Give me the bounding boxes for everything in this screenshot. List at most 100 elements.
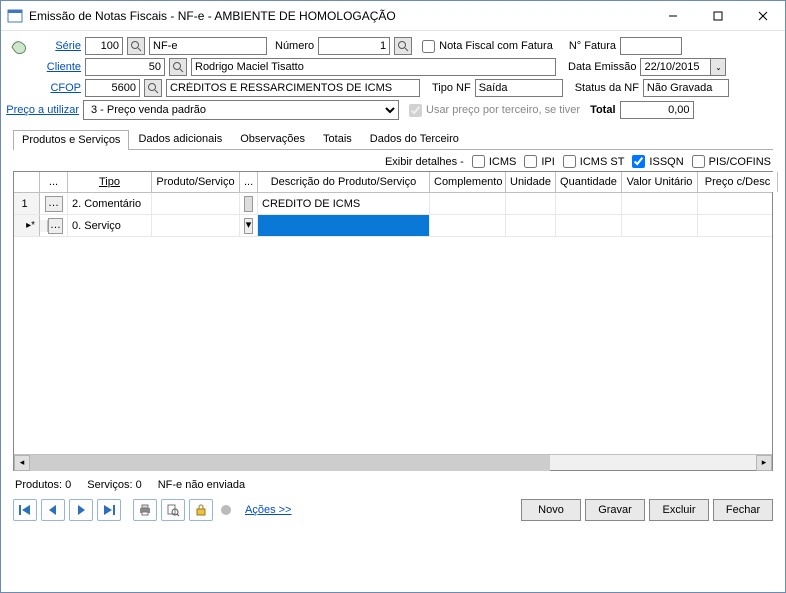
close-button[interactable]	[740, 1, 785, 30]
status-nf-label: Status da NF	[575, 82, 639, 94]
row-lookup-dropdown[interactable]: ▾	[244, 218, 253, 234]
grid-horizontal-scrollbar[interactable]: ◂ ▸	[14, 454, 772, 470]
data-emissao-input[interactable]	[640, 58, 710, 76]
cell-uni[interactable]	[506, 215, 556, 236]
serie-link[interactable]: Série	[41, 40, 81, 52]
col-produto-servico[interactable]: Produto/Serviço	[152, 172, 240, 192]
col-actions[interactable]: ...	[40, 172, 68, 192]
scroll-left-button[interactable]: ◂	[14, 455, 30, 471]
status-dot-icon	[221, 505, 231, 515]
tab-dados-terceiro[interactable]: Dados do Terceiro	[361, 129, 468, 149]
check-issqn[interactable]: ISSQN	[632, 155, 683, 168]
minimize-button[interactable]	[650, 1, 695, 30]
col-quantidade[interactable]: Quantidade	[556, 172, 622, 192]
scroll-thumb[interactable]	[30, 455, 550, 471]
col-complemento[interactable]: Complemento	[430, 172, 506, 192]
row-indicator-editing: ▸*	[14, 215, 40, 236]
serie-input[interactable]	[85, 37, 123, 55]
numero-input[interactable]	[318, 37, 390, 55]
status-nf-input[interactable]	[643, 79, 729, 97]
cliente-search-button[interactable]	[169, 58, 187, 76]
tipo-nf-input[interactable]	[475, 79, 563, 97]
tab-totais[interactable]: Totais	[314, 129, 361, 149]
check-icms[interactable]: ICMS	[472, 155, 517, 168]
nf-com-fatura-check[interactable]: Nota Fiscal com Fatura	[422, 40, 553, 53]
grid-header: ... Tipo Produto/Serviço ... Descrição d…	[14, 172, 772, 193]
col-valor-unitario[interactable]: Valor Unitário	[622, 172, 698, 192]
data-emissao-dropdown[interactable]: ⌄	[710, 58, 726, 76]
serie-search-button[interactable]	[127, 37, 145, 55]
cliente-name-input[interactable]	[191, 58, 556, 76]
cell-comp[interactable]	[430, 193, 506, 214]
tab-produtos-servicos[interactable]: Produtos e Serviços	[13, 130, 129, 150]
cell-qtd[interactable]	[556, 215, 622, 236]
cell-comp[interactable]	[430, 215, 506, 236]
lock-button[interactable]	[189, 499, 213, 521]
window-title: Emissão de Notas Fiscais - NF-e - AMBIEN…	[29, 9, 650, 23]
check-ipi[interactable]: IPI	[524, 155, 554, 168]
col-lookup[interactable]: ...	[240, 172, 258, 192]
nav-next-button[interactable]	[69, 499, 93, 521]
cell-pc[interactable]	[698, 193, 772, 214]
exibir-detalhes-label: Exibir detalhes -	[385, 156, 464, 168]
total-label: Total	[590, 104, 615, 116]
n-fatura-input[interactable]	[620, 37, 682, 55]
grid-row[interactable]: 1 … 2. Comentário CREDITO DE ICMS	[14, 193, 772, 215]
cfop-desc-input[interactable]	[166, 79, 420, 97]
row-action-button[interactable]: …	[48, 218, 63, 234]
col-unidade[interactable]: Unidade	[506, 172, 556, 192]
cliente-link[interactable]: Cliente	[41, 61, 81, 73]
nav-last-button[interactable]	[97, 499, 121, 521]
n-fatura-label: N° Fatura	[569, 40, 616, 52]
col-descricao[interactable]: Descrição do Produto/Serviço	[258, 172, 430, 192]
numero-search-button[interactable]	[394, 37, 412, 55]
check-pis-cofins[interactable]: PIS/COFINS	[692, 155, 771, 168]
preco-select[interactable]: 3 - Preço venda padrão	[83, 100, 399, 120]
nf-com-fatura-label: Nota Fiscal com Fatura	[439, 40, 553, 52]
fechar-button[interactable]: Fechar	[713, 499, 773, 521]
check-icms-st[interactable]: ICMS ST	[563, 155, 625, 168]
nfe-type-input[interactable]	[149, 37, 267, 55]
maximize-button[interactable]	[695, 1, 740, 30]
nav-first-button[interactable]	[13, 499, 37, 521]
cell-tipo[interactable]: 0. Serviço	[68, 215, 152, 236]
cell-tipo[interactable]: 2. Comentário	[68, 193, 152, 214]
cell-ps[interactable]	[152, 215, 240, 236]
cell-desc[interactable]	[258, 215, 430, 236]
gravar-button[interactable]: Gravar	[585, 499, 645, 521]
cell-vu[interactable]	[622, 193, 698, 214]
nav-prev-button[interactable]	[41, 499, 65, 521]
scroll-right-button[interactable]: ▸	[756, 455, 772, 471]
row-lookup-button[interactable]	[244, 196, 253, 212]
produtos-count-value: 0	[65, 479, 71, 491]
tab-observacoes[interactable]: Observações	[231, 129, 314, 149]
total-input[interactable]	[620, 101, 694, 119]
preco-link[interactable]: Preço a utilizar	[1, 104, 79, 116]
row-action-button[interactable]: …	[45, 196, 63, 212]
cell-desc[interactable]: CREDITO DE ICMS	[258, 193, 430, 214]
col-preco-desc[interactable]: Preço c/Desc	[698, 172, 778, 192]
cell-ps[interactable]	[152, 193, 240, 214]
cfop-search-button[interactable]	[144, 79, 162, 97]
grid-row[interactable]: ▸* 2… 0. Serviço ▾	[14, 215, 772, 237]
tipo-nf-label: Tipo NF	[432, 82, 471, 94]
cell-pc[interactable]	[698, 215, 772, 236]
novo-button[interactable]: Novo	[521, 499, 581, 521]
row-number: 1	[14, 193, 40, 214]
cell-vu[interactable]	[622, 215, 698, 236]
servicos-count-label: Serviços:	[87, 479, 132, 491]
cell-qtd[interactable]	[556, 193, 622, 214]
cfop-code-input[interactable]	[85, 79, 140, 97]
tab-dados-adicionais[interactable]: Dados adicionais	[129, 129, 231, 149]
acoes-link[interactable]: Ações >>	[245, 504, 291, 516]
preview-button[interactable]	[161, 499, 185, 521]
cliente-code-input[interactable]	[85, 58, 165, 76]
col-tipo[interactable]: Tipo	[68, 172, 152, 192]
cfop-link[interactable]: CFOP	[41, 82, 81, 94]
usar-preco-terceiro-check: Usar preço por terceiro, se tiver	[409, 104, 580, 117]
produtos-count-label: Produtos:	[15, 479, 62, 491]
cell-uni[interactable]	[506, 193, 556, 214]
excluir-button[interactable]: Excluir	[649, 499, 709, 521]
print-button[interactable]	[133, 499, 157, 521]
app-icon	[7, 8, 23, 24]
